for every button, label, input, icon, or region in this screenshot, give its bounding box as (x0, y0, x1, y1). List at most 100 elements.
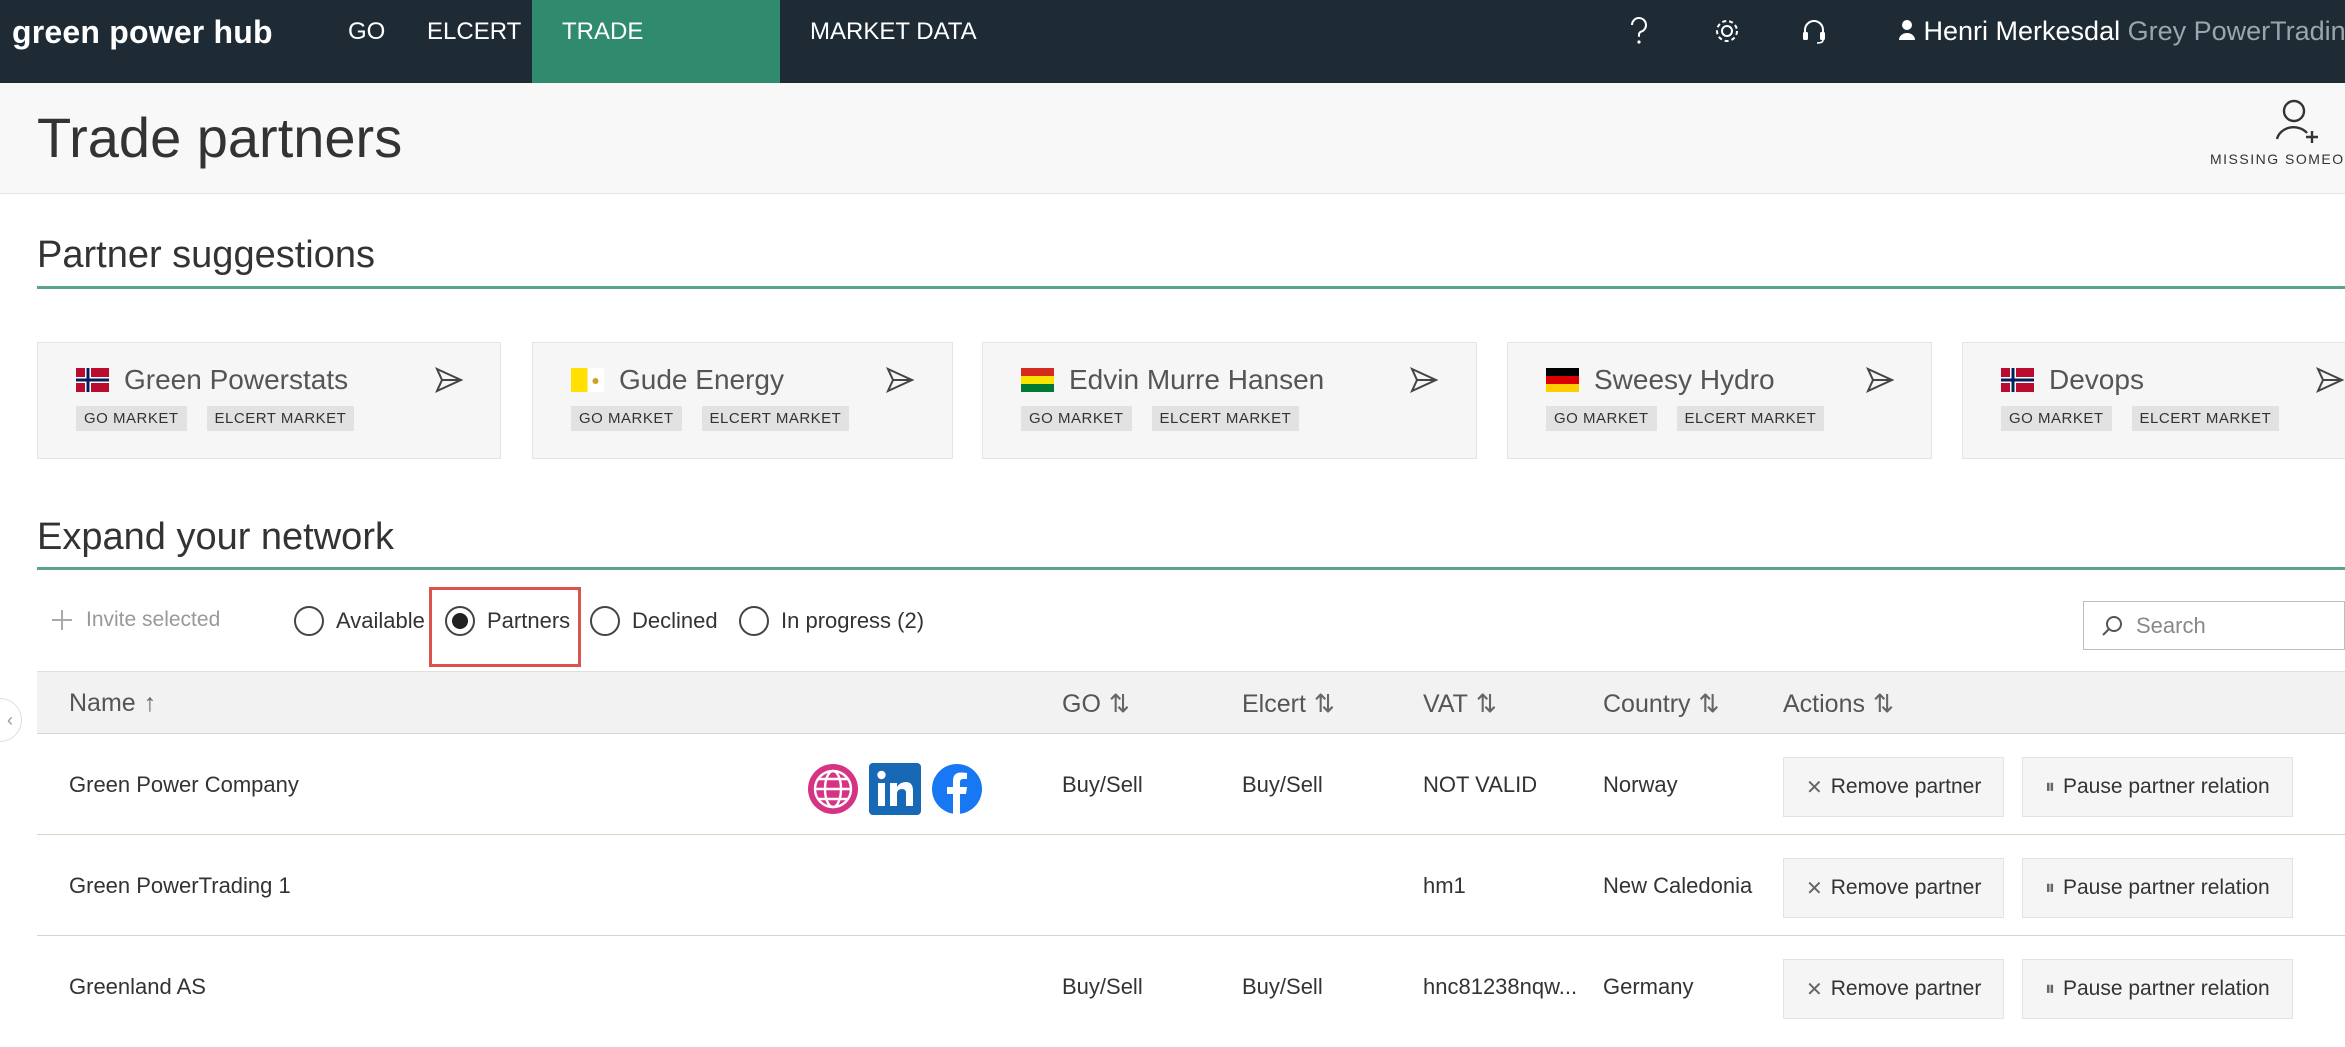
pause-icon: ⏸ (2045, 775, 2055, 798)
pause-partner-button[interactable]: ⏸ Pause partner relation (2022, 858, 2293, 918)
send-invite-icon[interactable] (885, 365, 915, 395)
missing-someone-label: MISSING SOMEO (2210, 151, 2345, 167)
nav-trade-partners[interactable]: TRADE PARTNERS (532, 0, 780, 108)
suggestion-card[interactable]: Gude Energy GO MARKET ELCERT MARKET (532, 342, 953, 459)
elcert-value: Buy/Sell (1242, 974, 1323, 999)
globe-icon[interactable] (807, 763, 859, 815)
partner-name: Green Power Company (69, 772, 299, 797)
flag-vatican-icon (571, 368, 604, 392)
expand-network-title: Expand your network (37, 516, 394, 558)
section-divider (37, 567, 2345, 570)
elcert-value: Buy/Sell (1242, 772, 1323, 797)
radio-button[interactable] (590, 606, 620, 636)
tag-go-market: GO MARKET (571, 406, 682, 431)
invite-selected-button[interactable]: Invite selected (50, 608, 220, 632)
page-title: Trade partners (37, 106, 403, 169)
sort-asc-icon[interactable]: ↑ (144, 689, 157, 717)
table-row[interactable]: Greenland AS Buy/Sell Buy/Sell hnc81238n… (37, 936, 2345, 1047)
user-icon (1899, 20, 1915, 40)
sort-icon[interactable]: ⇅ (1699, 690, 1720, 718)
top-nav-bar: green power hub GO ELCERT TRADE PARTNERS… (0, 0, 2345, 108)
user-name: Henri Merkesdal (1923, 16, 2121, 46)
help-icon[interactable] (1622, 14, 1656, 48)
table-header: Name ↑ GO ⇅ Elcert ⇅ VAT ⇅ Country ⇅ Actions ⇅ (37, 671, 2345, 734)
go-value: Buy/Sell (1062, 772, 1143, 797)
filter-available[interactable]: Available (294, 606, 425, 636)
column-name[interactable]: Name ↑ (69, 689, 156, 718)
close-icon: ✕ (1806, 978, 1823, 1001)
page-header: Trade partners MISSING SOMEO (0, 83, 2345, 194)
suggestion-name: Devops (2049, 364, 2144, 395)
suggestion-card[interactable]: Sweesy Hydro GO MARKET ELCERT MARKET (1507, 342, 1932, 459)
app-logo[interactable]: green power hub (12, 14, 273, 51)
add-person-icon (2275, 99, 2318, 143)
table-row[interactable]: Green PowerTrading 1 hm1 New Caledonia ✕… (37, 835, 2345, 936)
social-links (807, 763, 983, 815)
tag-elcert-market: ELCERT MARKET (2131, 406, 2280, 431)
headset-icon[interactable] (1797, 14, 1831, 48)
send-invite-icon[interactable] (1865, 365, 1895, 395)
close-icon: ✕ (1806, 776, 1823, 799)
suggestion-name: Gude Energy (619, 364, 784, 395)
nav-market-data[interactable]: MARKET DATA (780, 0, 1007, 83)
suggestion-name: Sweesy Hydro (1594, 364, 1775, 395)
column-actions[interactable]: Actions ⇅ (1783, 689, 1894, 719)
column-country[interactable]: Country ⇅ (1603, 689, 1720, 719)
filter-in-progress[interactable]: In progress (2) (739, 606, 924, 636)
column-elcert[interactable]: Elcert ⇅ (1242, 689, 1335, 719)
filter-label: Declined (632, 608, 718, 633)
partner-name: Greenland AS (69, 974, 206, 999)
search-box[interactable] (2083, 601, 2345, 650)
suggestion-card[interactable]: Green Powerstats GO MARKET ELCERT MARKET (37, 342, 501, 459)
missing-someone-button[interactable]: MISSING SOMEO (2210, 97, 2345, 167)
partner-suggestions-title: Partner suggestions (37, 234, 375, 276)
facebook-icon[interactable] (931, 763, 983, 815)
nav-elcert[interactable]: ELCERT (397, 0, 551, 83)
table-row[interactable]: Green Power Company Buy/Sell Buy/Sell NO… (37, 734, 2345, 835)
invite-selected-label: Invite selected (86, 608, 221, 631)
plus-icon (52, 610, 72, 630)
sort-icon[interactable]: ⇅ (1476, 690, 1497, 718)
go-value: Buy/Sell (1062, 974, 1143, 999)
sort-icon[interactable]: ⇅ (1873, 690, 1894, 718)
sort-icon[interactable]: ⇅ (1109, 690, 1130, 718)
tag-go-market: GO MARKET (1546, 406, 1657, 431)
user-menu[interactable]: Henri Merkesdal Grey PowerTrading (1898, 16, 2345, 47)
send-invite-icon[interactable] (2315, 365, 2345, 395)
sort-icon[interactable]: ⇅ (1314, 690, 1335, 718)
send-invite-icon[interactable] (434, 365, 464, 395)
filter-label: In progress (2) (781, 608, 925, 633)
tag-go-market: GO MARKET (1021, 406, 1132, 431)
remove-partner-button[interactable]: ✕ Remove partner (1783, 858, 2005, 918)
suggestion-name: Edvin Murre Hansen (1069, 364, 1325, 395)
search-input[interactable] (2136, 612, 2336, 639)
gear-icon[interactable] (1710, 14, 1744, 48)
filter-label: Available (336, 608, 425, 633)
search-icon (2102, 615, 2122, 636)
country-value: New Caledonia (1603, 873, 1753, 898)
remove-partner-button[interactable]: ✕ Remove partner (1783, 959, 2005, 1019)
pause-partner-button[interactable]: ⏸ Pause partner relation (2022, 959, 2293, 1019)
pause-partner-button[interactable]: ⏸ Pause partner relation (2022, 757, 2293, 817)
flag-norway-icon (76, 368, 109, 392)
radio-button[interactable] (294, 606, 324, 636)
flag-germany-icon (1546, 368, 1579, 392)
vat-value: hm1 (1423, 873, 1466, 898)
flag-norway-icon (2001, 368, 2034, 392)
radio-button[interactable] (739, 606, 769, 636)
column-go[interactable]: GO ⇅ (1062, 689, 1130, 719)
tag-go-market: GO MARKET (2001, 406, 2112, 431)
linkedin-icon[interactable] (869, 763, 921, 815)
column-vat[interactable]: VAT ⇅ (1423, 689, 1497, 719)
section-divider (37, 286, 2345, 289)
collapse-panel-handle[interactable]: ‹ (0, 698, 22, 742)
flag-bolivia-icon (1021, 368, 1054, 392)
suggestion-card[interactable]: Edvin Murre Hansen GO MARKET ELCERT MARKE… (982, 342, 1477, 459)
highlight-box (429, 587, 581, 667)
suggestion-card[interactable]: Devops GO MARKET ELCERT MARKET (1962, 342, 2345, 459)
filter-declined[interactable]: Declined (590, 606, 718, 636)
tag-elcert-market: ELCERT MARKET (206, 406, 355, 431)
remove-partner-button[interactable]: ✕ Remove partner (1783, 757, 2005, 817)
partner-name: Green PowerTrading 1 (69, 873, 291, 898)
send-invite-icon[interactable] (1409, 365, 1439, 395)
